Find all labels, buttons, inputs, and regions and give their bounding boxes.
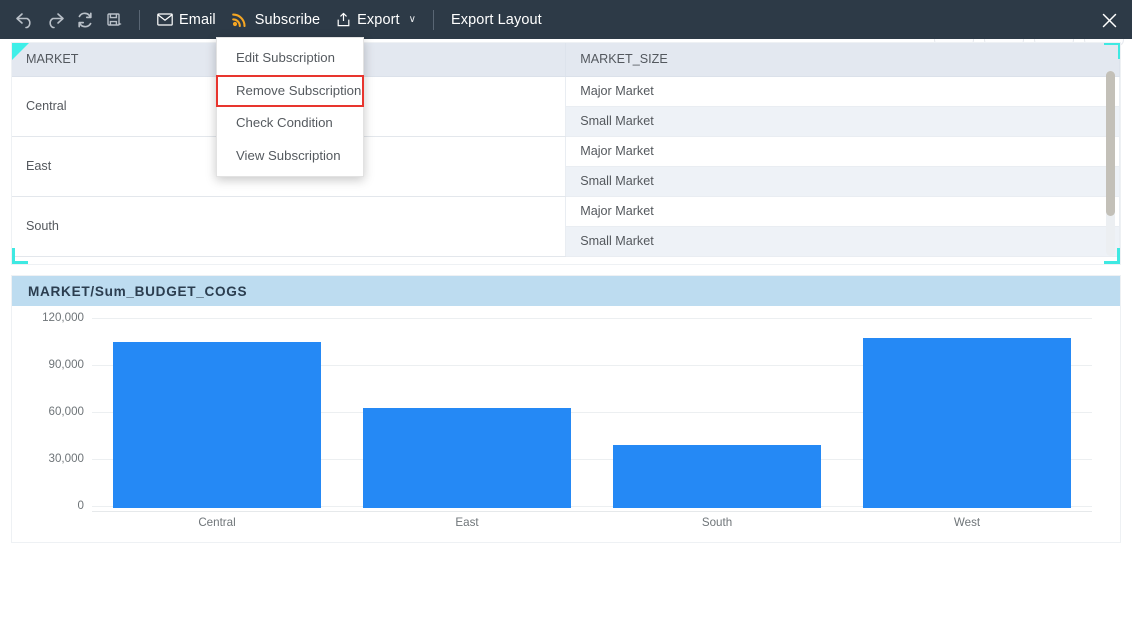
envelope-icon [157,13,173,26]
undo-icon[interactable] [10,7,40,33]
cell-market-size[interactable]: Major Market [565,196,1120,227]
save-export-icon[interactable] [100,7,130,33]
y-axis-tick-label: 60,000 [48,405,84,418]
export-label: Export [357,11,400,28]
refresh-icon[interactable] [70,7,100,33]
selection-corner-bottomleft [12,248,28,264]
x-axis-tick-label: West [953,516,981,529]
table-row[interactable]: Central Major Market [12,76,1120,137]
application-window: Email Subscribe Export ∨ Export Layout M… [0,0,1132,631]
chart-panel: MARKET/Sum_BUDGET_COGS 0 30,000 60,000 90,0… [11,275,1121,543]
table-row[interactable]: East Major Market [12,136,1120,197]
x-axis-tick-label: South [701,516,733,529]
chart-bar-group[interactable]: West [842,306,1092,530]
y-axis-tick-label: 120,000 [42,311,84,324]
selection-corner-topright [1104,43,1120,59]
y-axis-tick-label: 30,000 [48,452,84,465]
chart-bar[interactable] [113,341,321,508]
chart-bar[interactable] [363,407,571,508]
cell-market-size[interactable]: Major Market [565,136,1120,167]
x-axis-tick-label: East [455,516,479,529]
export-layout-button[interactable]: Export Layout [443,8,550,32]
menu-item-view-subscription[interactable]: View Subscription [217,140,363,173]
market-table: MARKET MARKET_SIZE Central Major Market … [12,43,1120,257]
subscribe-dropdown-menu: Edit Subscription Remove Subscription Ch… [216,37,364,178]
chart-bar[interactable] [613,444,821,508]
grid-scrollbar-thumb[interactable] [1106,71,1115,216]
menu-item-check-condition[interactable]: Check Condition [217,107,363,140]
grid-vertical-scrollbar[interactable] [1106,71,1115,256]
subscribe-label: Subscribe [254,11,321,28]
toolbar-divider [433,9,434,30]
close-icon[interactable] [1098,9,1120,31]
cell-market[interactable]: South [12,196,567,257]
rss-icon [231,13,246,27]
y-axis-tick-label: 0 [77,499,84,512]
toolbar-divider [139,9,140,30]
selection-corner-topleft [12,43,29,60]
top-toolbar: Email Subscribe Export ∨ Export Layout [0,0,1132,39]
export-layout-label: Export Layout [451,11,542,28]
table-row[interactable]: South Major Market [12,196,1120,257]
cell-market-size[interactable]: Major Market [565,76,1120,107]
email-button[interactable]: Email [149,8,224,32]
column-header-market-size[interactable]: MARKET_SIZE [565,43,1120,77]
bar-chart-plot: 0 30,000 60,000 90,000 120,000 Central East Sou… [12,306,1120,542]
export-icon [337,12,350,27]
chart-bar[interactable] [863,338,1071,508]
chevron-down-icon: ∨ [408,14,416,25]
chart-bar-group[interactable]: East [342,306,592,530]
menu-item-remove-subscription[interactable]: Remove Subscription [216,74,364,108]
chart-bar-group[interactable]: South [592,306,842,530]
chart-title: MARKET/Sum_BUDGET_COGS [12,276,1120,306]
x-axis-tick-label: Central [198,516,236,529]
cell-market-size[interactable]: Small Market [565,226,1120,257]
export-button[interactable]: Export ∨ [328,8,424,32]
menu-item-edit-subscription[interactable]: Edit Subscription [217,42,363,75]
cell-market-size[interactable]: Small Market [565,166,1120,197]
cell-market-size[interactable]: Small Market [565,106,1120,137]
redo-icon[interactable] [40,7,70,33]
chart-bars: Central East South West [92,306,1092,530]
data-grid-panel: MARKET MARKET_SIZE Central Major Market … [11,42,1121,265]
table-header-row: MARKET MARKET_SIZE [12,43,1120,77]
chart-bar-group[interactable]: Central [92,306,342,530]
y-axis-tick-label: 90,000 [48,358,84,371]
subscribe-button[interactable]: Subscribe [224,8,328,32]
email-label: Email [179,11,216,28]
